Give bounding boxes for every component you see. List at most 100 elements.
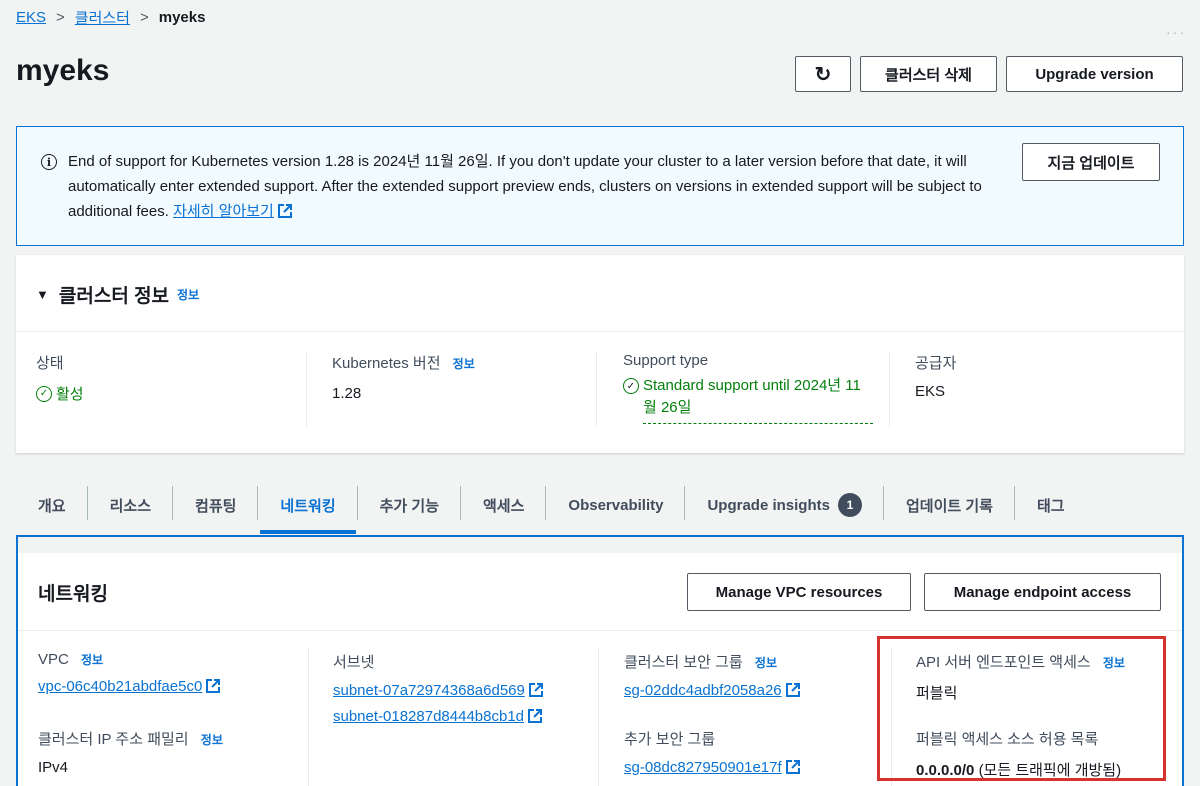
cluster-tabs: 개요 리소스 컴퓨팅 네트워킹 추가 기능 액세스 Observability … <box>16 478 1184 536</box>
cluster-sg-info-link[interactable]: 정보 <box>755 656 777 670</box>
column-divider <box>596 351 597 427</box>
tab-resources[interactable]: 리소스 <box>88 476 174 534</box>
tab-upgrade-insights[interactable]: Upgrade insights 1 <box>685 476 884 534</box>
k8s-version-value: 1.28 <box>332 385 362 402</box>
alert-text: End of support for Kubernetes version 1.… <box>68 149 998 224</box>
tab-access[interactable]: 액세스 <box>461 476 547 534</box>
subnets-label: 서브넷 <box>333 654 375 671</box>
status-text: 활성 <box>56 386 84 403</box>
additional-sg-field: 추가 보안 그룹 sg-08dc827950901e17f <box>624 728 800 777</box>
breadcrumb: EKS > 클러스터 > myeks <box>16 6 205 28</box>
status-field: 상태 ✓ 활성 <box>36 352 84 404</box>
divider <box>16 331 1184 332</box>
panel-top-strip <box>18 537 1182 553</box>
info-icon: i <box>41 154 57 170</box>
subnet-link[interactable]: subnet-018287d8444b8cb1d <box>333 708 524 725</box>
column-divider <box>308 647 309 786</box>
support-type-value[interactable]: ✓ Standard support until 2024년 11월 26일 <box>623 375 873 424</box>
k8s-version-label-row: Kubernetes 버전 정보 <box>332 352 475 373</box>
end-of-support-alert: i End of support for Kubernetes version … <box>16 126 1184 246</box>
tab-observability[interactable]: Observability <box>546 476 686 534</box>
tab-networking[interactable]: 네트워킹 <box>258 476 358 534</box>
vpc-info-link[interactable]: 정보 <box>81 653 103 667</box>
cluster-sg-field: 클러스터 보안 그룹 정보 sg-02ddc4adbf2058a26 <box>624 651 800 700</box>
tab-update-history[interactable]: 업데이트 기록 <box>884 476 1015 534</box>
status-value: ✓ 활성 <box>36 383 84 404</box>
k8s-version-info-link[interactable]: 정보 <box>453 357 475 371</box>
subnet-row: subnet-018287d8444b8cb1d <box>333 708 543 726</box>
tab-compute[interactable]: 컴퓨팅 <box>173 476 259 534</box>
additional-sg-value-row: sg-08dc827950901e17f <box>624 759 800 777</box>
column-divider <box>306 351 307 427</box>
provider-label: 공급자 <box>915 355 957 372</box>
ip-family-value: IPv4 <box>38 759 69 776</box>
tab-networking-label: 네트워킹 <box>280 497 336 515</box>
refresh-button[interactable]: ↻ <box>795 56 851 92</box>
external-link-icon <box>785 683 800 697</box>
breadcrumb-eks-link[interactable]: EKS <box>16 9 46 26</box>
ip-family-label: 클러스터 IP 주소 패밀리 <box>38 731 189 748</box>
delete-cluster-button[interactable]: 클러스터 삭제 <box>860 56 997 92</box>
refresh-icon: ↻ <box>814 63 832 86</box>
provider-field: 공급자 EKS <box>915 352 956 400</box>
subnets-field: 서브넷 subnet-07a72974368a6d569 subnet-0182… <box>333 651 543 726</box>
support-type-text[interactable]: Standard support until 2024년 11월 26일 <box>643 375 873 424</box>
check-circle-icon: ✓ <box>623 378 639 394</box>
active-tab-indicator <box>260 530 356 534</box>
count-badge: 1 <box>837 493 862 517</box>
update-now-button[interactable]: 지금 업데이트 <box>1022 143 1160 181</box>
manage-vpc-resources-button[interactable]: Manage VPC resources <box>687 573 911 611</box>
cluster-info-title: 클러스터 정보 <box>58 286 170 307</box>
breadcrumb-separator: > <box>56 8 65 26</box>
vpc-label-row: VPC 정보 <box>38 651 220 668</box>
cluster-sg-link[interactable]: sg-02ddc4adbf2058a26 <box>624 682 782 699</box>
manage-endpoint-access-button[interactable]: Manage endpoint access <box>924 573 1161 611</box>
external-link-icon <box>528 683 543 697</box>
external-link-icon <box>277 204 292 218</box>
external-link-icon <box>206 679 221 693</box>
vpc-label: VPC <box>38 651 69 668</box>
cluster-sg-label: 클러스터 보안 그룹 <box>624 654 743 671</box>
highlight-annotation-box <box>877 636 1166 781</box>
ip-family-info-link[interactable]: 정보 <box>201 733 223 747</box>
cluster-info-header[interactable]: ▼ 클러스터 정보 정보 <box>36 281 199 308</box>
breadcrumb-separator: > <box>139 8 149 26</box>
tab-upgrade-insights-label: Upgrade insights <box>707 496 830 514</box>
subnet-link[interactable]: subnet-07a72974368a6d569 <box>333 682 525 699</box>
tab-tags[interactable]: 태그 <box>1015 476 1087 534</box>
collapse-caret-icon[interactable]: ▼ <box>36 287 49 302</box>
provider-value: EKS <box>915 383 946 400</box>
ip-family-field: 클러스터 IP 주소 패밀리 정보 IPv4 <box>38 728 223 776</box>
networking-title: 네트워킹 <box>38 584 108 605</box>
vpc-field: VPC 정보 vpc-06c40b21abdfae5c0 <box>38 651 221 696</box>
support-type-field: Support type ✓ Standard support until 20… <box>623 352 873 424</box>
column-divider <box>598 647 599 786</box>
divider <box>18 630 1182 631</box>
check-circle-icon: ✓ <box>36 385 52 402</box>
subnet-row: subnet-07a72974368a6d569 <box>333 682 543 700</box>
ip-family-label-row: 클러스터 IP 주소 패밀리 정보 <box>38 728 223 749</box>
additional-sg-link[interactable]: sg-08dc827950901e17f <box>624 759 782 776</box>
support-type-label: Support type <box>623 352 709 369</box>
page-title: myeks <box>16 54 110 87</box>
more-dots-icon: ··· <box>1166 24 1186 40</box>
status-label: 상태 <box>36 355 64 372</box>
column-divider <box>889 351 890 427</box>
tab-overview[interactable]: 개요 <box>16 476 88 534</box>
k8s-version-field: Kubernetes 버전 정보 1.28 <box>332 352 475 402</box>
cluster-sg-label-row: 클러스터 보안 그룹 정보 <box>624 651 800 672</box>
cluster-info-panel: ▼ 클러스터 정보 정보 상태 ✓ 활성 Kubernetes 버전 정보 1.… <box>16 255 1184 453</box>
cluster-info-info-link[interactable]: 정보 <box>177 286 199 303</box>
breadcrumb-current: myeks <box>158 8 206 26</box>
additional-sg-label: 추가 보안 그룹 <box>624 731 716 748</box>
tab-addons[interactable]: 추가 기능 <box>358 476 462 534</box>
external-link-icon <box>785 760 800 774</box>
vpc-value-row: vpc-06c40b21abdfae5c0 <box>38 678 221 696</box>
vpc-link[interactable]: vpc-06c40b21abdfae5c0 <box>38 678 202 695</box>
external-link-icon <box>528 709 543 723</box>
k8s-version-label: Kubernetes 버전 <box>332 355 441 372</box>
learn-more-link[interactable]: 자세히 알아보기 <box>173 203 274 220</box>
upgrade-version-button[interactable]: Upgrade version <box>1006 56 1183 92</box>
breadcrumb-clusters-link[interactable]: 클러스터 <box>75 7 130 28</box>
cluster-sg-value-row: sg-02ddc4adbf2058a26 <box>624 682 800 700</box>
